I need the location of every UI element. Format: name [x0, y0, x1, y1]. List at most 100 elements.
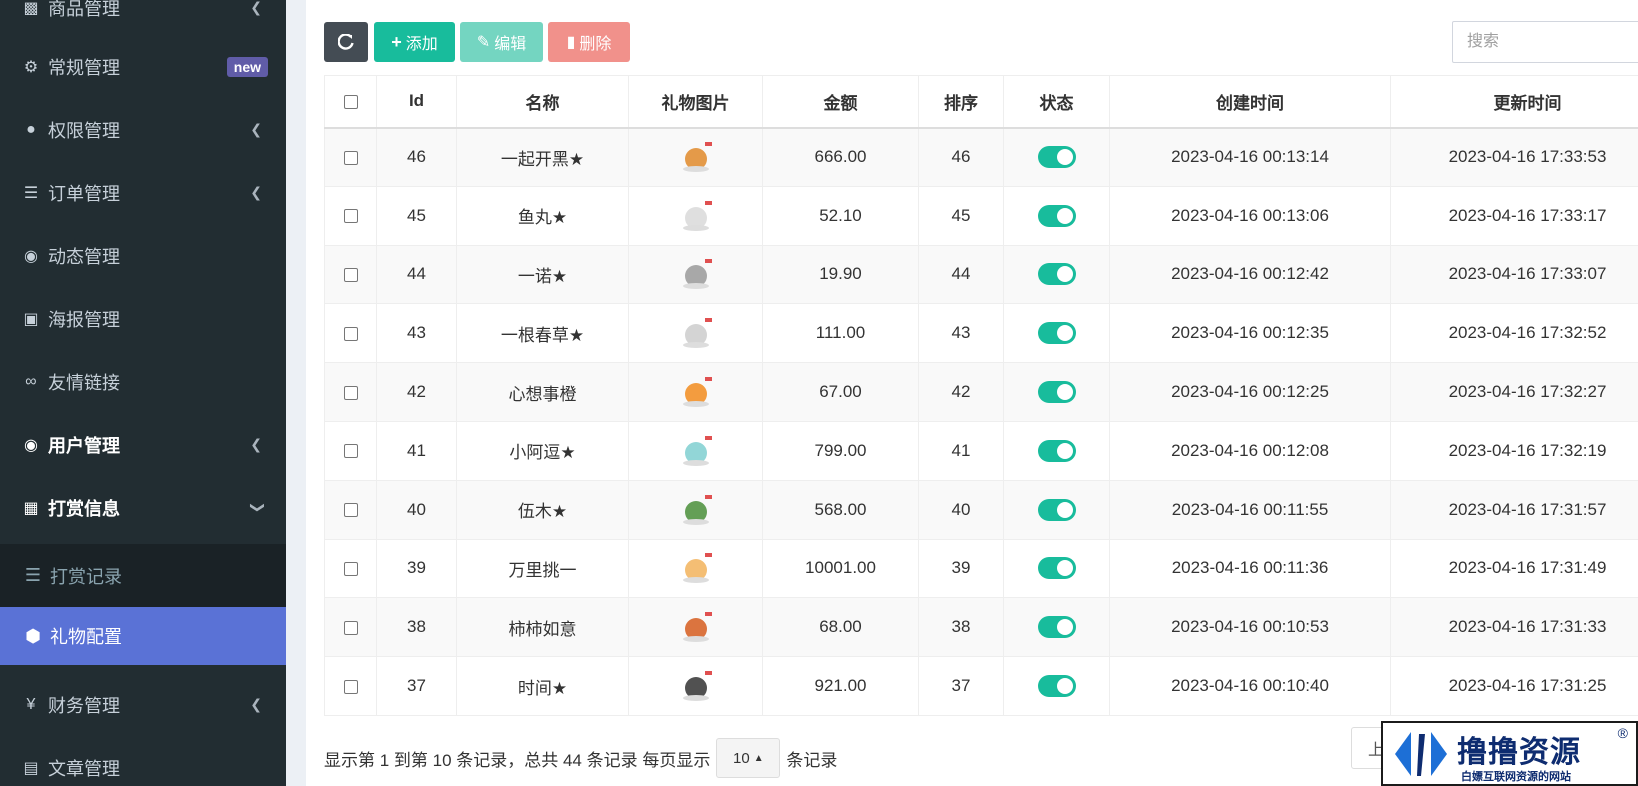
header-amount[interactable]: 金额 — [762, 75, 919, 129]
sidebar-item-posters[interactable]: ▣ 海报管理 — [0, 287, 286, 350]
gift-image[interactable] — [678, 493, 714, 527]
header-name[interactable]: 名称 — [456, 75, 629, 129]
watermark-logo: 撸撸资源 白嫖互联网资源的网站 ® — [1381, 721, 1638, 786]
cell-image — [628, 185, 763, 246]
status-toggle[interactable] — [1037, 675, 1076, 698]
status-toggle[interactable] — [1037, 146, 1076, 169]
row-checkbox[interactable] — [343, 268, 358, 282]
cell-status — [1003, 362, 1110, 422]
header-status[interactable]: 状态 — [1003, 75, 1110, 129]
table-row[interactable]: 42 心想事橙 67.00 42 2023-04-16 00:12:25 2023-04-… — [324, 362, 1638, 422]
gift-image[interactable] — [678, 669, 714, 703]
row-checkbox[interactable] — [343, 326, 358, 341]
gift-table: Id 名称 礼物图片 金额 排序 状态 创建时间 更新时间 46 一起开黑★ 666… — [324, 75, 1638, 716]
chevron-left-icon: ❮ — [250, 184, 262, 200]
cell-id: 40 — [376, 479, 457, 540]
table-row[interactable]: 40 伍木★ 568.00 40 2023-04-16 00:11:55 2023-04-… — [324, 479, 1638, 540]
sidebar-item-permissions[interactable]: ● 权限管理 ❮ — [0, 98, 286, 161]
gift-image[interactable] — [678, 199, 714, 233]
sidebar-item-goods[interactable]: ▩ 商品管理 ❮ — [0, 0, 286, 39]
cell-status — [1003, 185, 1110, 246]
row-checkbox[interactable] — [343, 679, 358, 694]
gift-image[interactable] — [678, 610, 714, 644]
row-checkbox[interactable] — [343, 503, 358, 518]
row-checkbox[interactable] — [343, 150, 358, 165]
table-row[interactable]: 45 鱼丸★ 52.10 45 2023-04-16 00:13:06 2023-04-1… — [324, 185, 1638, 246]
select-all-checkbox[interactable] — [343, 94, 358, 109]
status-toggle[interactable] — [1037, 439, 1076, 462]
sidebar-item-dynamics[interactable]: ◉ 动态管理 — [0, 224, 286, 287]
sidebar-subitem-gift-config[interactable]: ⬢ 礼物配置 — [0, 607, 286, 665]
user-circle-icon: ◉ — [24, 436, 38, 454]
gift-image[interactable] — [678, 375, 714, 409]
add-button-label: 添加 — [405, 36, 438, 53]
row-checkbox[interactable] — [343, 561, 358, 576]
cell-name: 一诺★ — [456, 244, 629, 305]
cell-image — [628, 479, 763, 540]
sidebar-item-label: 财务管理 — [48, 695, 120, 716]
sidebar-item-label: 用户管理 — [48, 435, 120, 456]
add-button[interactable]: + 添加 — [374, 22, 455, 62]
gift-image[interactable] — [678, 257, 714, 291]
cell-created: 2023-04-16 00:11:36 — [1109, 538, 1391, 599]
cell-updated: 2023-04-16 17:32:52 — [1390, 303, 1638, 364]
page-size-dropdown[interactable]: 10 ▲ — [716, 738, 781, 778]
row-select-cell — [324, 597, 377, 658]
status-toggle[interactable] — [1037, 616, 1076, 639]
sidebar-subitem-reward-records[interactable]: ☰ 打赏记录 — [0, 544, 286, 607]
cell-id: 46 — [376, 127, 457, 187]
chevron-left-icon: ❮ — [250, 696, 262, 712]
search-input[interactable] — [1452, 21, 1638, 63]
row-checkbox[interactable] — [343, 444, 358, 459]
cell-image — [628, 597, 763, 658]
sidebar-item-orders[interactable]: ☰ 订单管理 ❮ — [0, 161, 286, 224]
table-row[interactable]: 37 时间★ 921.00 37 2023-04-16 00:10:40 2023-04-… — [324, 656, 1638, 716]
sidebar-item-finance[interactable]: ¥ 财务管理 ❮ — [0, 673, 286, 736]
chevron-left-icon: ❮ — [250, 0, 262, 15]
cell-name: 心想事橙 — [456, 362, 629, 422]
delete-button[interactable]: ▮ 删除 — [548, 22, 630, 62]
status-toggle[interactable] — [1037, 263, 1076, 286]
sidebar-item-links[interactable]: ∞ 友情链接 — [0, 350, 286, 413]
header-created[interactable]: 创建时间 — [1109, 75, 1391, 129]
sidebar-item-users[interactable]: ◉ 用户管理 ❮ — [0, 413, 286, 476]
table-row[interactable]: 46 一起开黑★ 666.00 46 2023-04-16 00:13:14 2023-0… — [324, 127, 1638, 187]
sidebar-item-general[interactable]: ⚙ 常规管理 new — [0, 35, 286, 98]
sidebar-item-articles[interactable]: ▤ 文章管理 — [0, 736, 286, 786]
gift-image[interactable] — [678, 434, 714, 468]
row-checkbox[interactable] — [343, 209, 358, 224]
pagination-info: 显示第 1 到第 10 条记录，总共 44 条记录 每页显示 10 ▲ 条记录 — [324, 738, 837, 778]
table-row[interactable]: 43 一根春草★ 111.00 43 2023-04-16 00:12:35 2023-0… — [324, 303, 1638, 364]
status-toggle[interactable] — [1037, 557, 1076, 580]
cell-created: 2023-04-16 00:13:06 — [1109, 185, 1391, 246]
edit-button[interactable]: ✎ 编辑 — [460, 22, 543, 62]
table-row[interactable]: 41 小阿逗★ 799.00 41 2023-04-16 00:12:08 2023-04… — [324, 420, 1638, 481]
cell-id: 42 — [376, 362, 457, 422]
row-checkbox[interactable] — [343, 385, 358, 400]
status-toggle[interactable] — [1037, 204, 1076, 227]
table-row[interactable]: 39 万里挑一 10001.00 39 2023-04-16 00:11:36 2023-… — [324, 538, 1638, 599]
cell-sort: 44 — [918, 244, 1004, 305]
page-size-value: 10 — [733, 749, 750, 767]
caret-up-icon: ▲ — [753, 752, 764, 764]
gift-image[interactable] — [678, 551, 714, 585]
table-row[interactable]: 38 柿柿如意 68.00 38 2023-04-16 00:10:53 2023-04-… — [324, 597, 1638, 658]
header-id[interactable]: Id — [376, 75, 457, 129]
status-toggle[interactable] — [1037, 322, 1076, 345]
status-toggle[interactable] — [1037, 498, 1076, 521]
cell-image — [628, 538, 763, 599]
header-updated[interactable]: 更新时间 — [1390, 75, 1638, 129]
header-sort[interactable]: 排序 — [918, 75, 1004, 129]
image-icon: ▣ — [23, 310, 39, 328]
gift-image[interactable] — [678, 316, 714, 350]
select-all-cell — [324, 75, 377, 129]
sidebar-item-rewards[interactable]: ▦ 打赏信息 ❮ — [0, 476, 286, 539]
refresh-button[interactable] — [324, 22, 368, 62]
cell-amount: 921.00 — [762, 656, 919, 716]
row-checkbox[interactable] — [343, 620, 358, 635]
status-toggle[interactable] — [1037, 381, 1076, 404]
header-image[interactable]: 礼物图片 — [628, 75, 763, 129]
gift-image[interactable] — [678, 140, 714, 174]
cell-amount: 568.00 — [762, 479, 919, 540]
table-row[interactable]: 44 一诺★ 19.90 44 2023-04-16 00:12:42 2023-04-1… — [324, 244, 1638, 305]
